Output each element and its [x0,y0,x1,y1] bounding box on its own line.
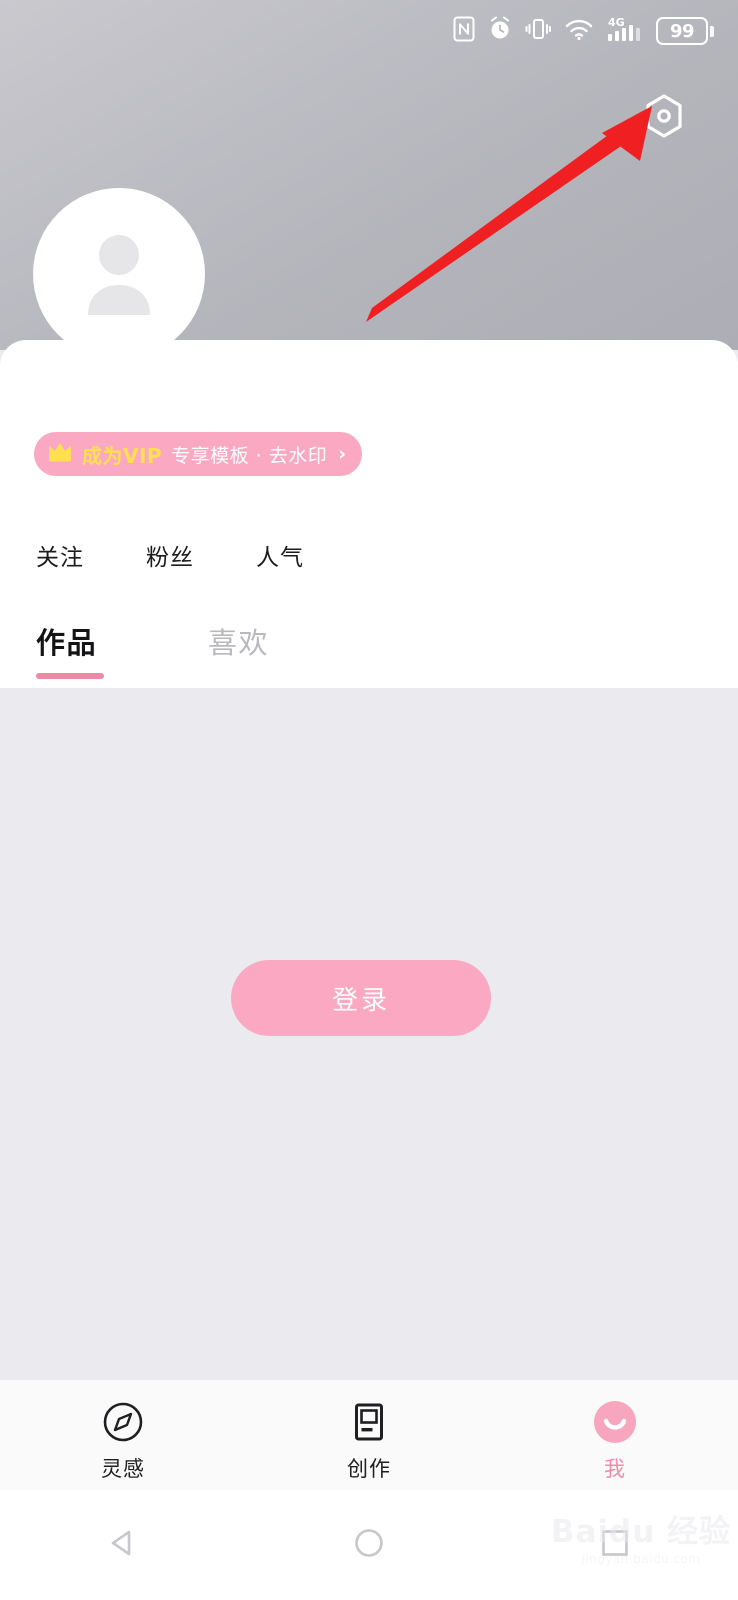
tab-works[interactable]: 作品 [36,620,208,679]
create-document-icon [344,1395,394,1449]
profile-cover: 4G 99 [0,0,738,360]
vip-banner[interactable]: 成为VIP 专享模板 · 去水印 › [34,432,363,476]
recents-button[interactable] [555,1524,675,1566]
profile-card: 成为VIP 专享模板 · 去水印 › 关注 粉丝 人气 作品 喜欢 [0,340,738,688]
nav-label: 灵感 [101,1457,145,1481]
nav-label: 我 [604,1457,626,1481]
profile-smile-icon [590,1395,640,1449]
tab-likes[interactable]: 喜欢 [208,620,380,662]
signal-4g-icon: 4G [607,15,643,47]
tab-label: 喜欢 [208,626,270,660]
stat-following[interactable]: 关注 [36,538,146,572]
wifi-icon [564,17,594,45]
content-area: 登录 [0,688,738,1380]
network-label: 4G [608,16,625,29]
compass-icon [98,1395,148,1449]
nav-item-inspiration[interactable]: 灵感 [0,1380,246,1483]
avatar[interactable] [33,188,205,360]
stat-fans[interactable]: 粉丝 [146,538,256,572]
settings-button[interactable] [642,94,686,142]
status-bar: 4G 99 [0,0,738,62]
nfc-icon [453,16,475,46]
tab-label: 作品 [36,626,98,660]
chevron-right-icon: › [338,443,347,465]
back-triangle-icon [104,1524,142,1566]
home-button[interactable] [309,1524,429,1566]
battery-level: 99 [669,20,695,42]
stat-label: 人气 [256,545,304,571]
stat-popularity[interactable]: 人气 [256,538,366,572]
nav-item-create[interactable]: 创作 [246,1380,492,1483]
default-avatar-icon [74,229,164,319]
home-circle-icon [350,1524,388,1566]
android-navigation-bar [0,1490,738,1600]
alarm-icon [488,16,512,46]
login-button-label: 登录 [331,984,390,1015]
vibrate-icon [525,16,551,46]
profile-stats: 关注 粉丝 人气 [36,538,366,572]
back-button[interactable] [63,1524,183,1566]
nav-item-me[interactable]: 我 [492,1380,738,1483]
battery-cap [710,25,714,37]
battery-indicator: 99 [656,17,714,45]
phone-screen: 4G 99 成为VIP 专享模板 · 去水印 › 关注 粉丝 人气 作品 喜欢 … [0,0,738,1600]
profile-tabs: 作品 喜欢 [36,620,380,679]
stat-label: 关注 [36,545,84,571]
vip-subtitle: 专享模板 · 去水印 [171,444,328,467]
vip-title: 成为VIP [82,443,163,468]
login-button[interactable]: 登录 [231,960,491,1036]
settings-gear-icon [643,94,685,142]
bottom-navigation: 灵感 创作 我 [0,1380,738,1490]
tab-active-underline [36,673,104,679]
crown-icon [47,441,73,467]
stat-label: 粉丝 [146,545,194,571]
recents-square-icon [596,1524,634,1566]
nav-label: 创作 [347,1457,391,1481]
